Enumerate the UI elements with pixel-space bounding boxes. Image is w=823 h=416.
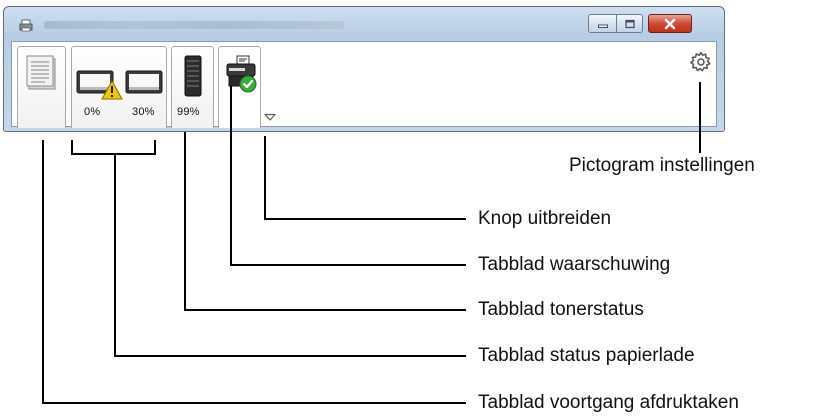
callout-alert-tab: Tabblad waarschuwing: [478, 254, 671, 275]
callout-lines: [42, 82, 701, 404]
callout-paper-tab: Tabblad status papierlade: [478, 345, 695, 366]
callout-expand-button: Knop uitbreiden: [478, 208, 612, 229]
callout-settings-icon: Pictogram instellingen: [569, 155, 755, 176]
callout-toner-tab: Tabblad tonerstatus: [478, 299, 644, 320]
callout-print-tab: Tabblad voortgang afdruktaken: [478, 392, 739, 413]
